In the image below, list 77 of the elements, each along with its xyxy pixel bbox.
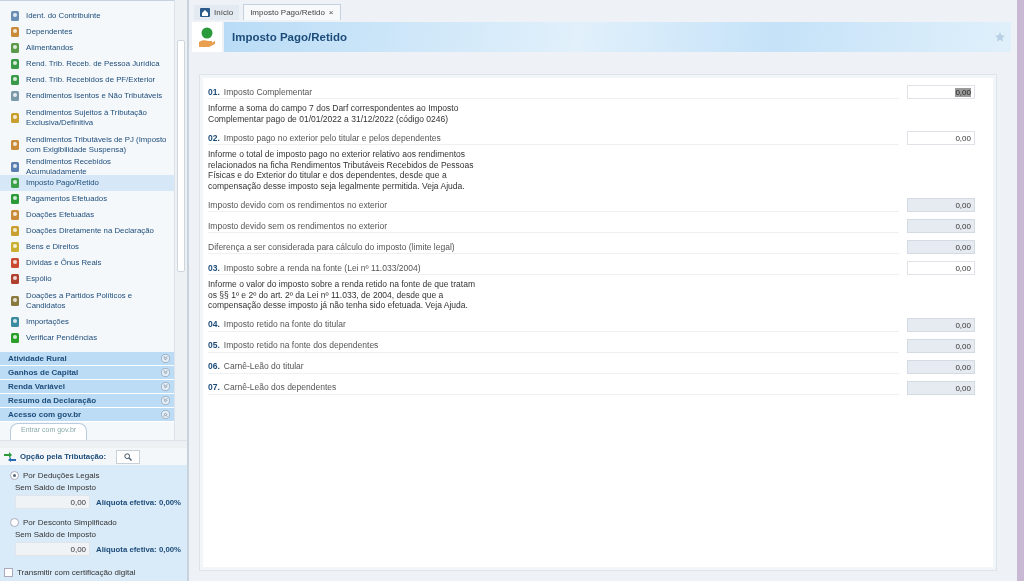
section-header[interactable]: Atividade Rural <box>0 352 174 366</box>
form-icon <box>9 273 21 285</box>
amount-value: 0,00 <box>955 88 971 97</box>
form-icon <box>9 58 21 70</box>
radio-button[interactable] <box>10 517 19 527</box>
form-icon <box>9 241 21 253</box>
form-icon <box>9 90 21 102</box>
field-label: 06. Carnê-Leão do titular <box>208 359 899 374</box>
form-icon <box>9 257 21 269</box>
expand-icon[interactable] <box>161 368 170 377</box>
close-icon[interactable]: × <box>328 8 334 17</box>
field-label: 07. Carnê-Leão dos dependentes <box>208 380 899 395</box>
section-header[interactable]: Renda Variável <box>0 380 174 394</box>
amount-value: 0,00 <box>955 264 971 273</box>
amount-value: 0,00 <box>955 134 971 143</box>
checkbox-label[interactable]: Transmitir com certificação digital <box>17 568 136 577</box>
tab[interactable]: Início <box>194 5 240 20</box>
amount-value: 0,00 <box>955 362 971 372</box>
value-field: 0,00 <box>15 495 91 509</box>
section-header[interactable]: Resumo da Declaração <box>0 394 174 408</box>
amount-value: 0,00 <box>955 383 971 393</box>
field-description: Informe o valor do imposto sobre a renda retido na fonte de que tratam os §§ 1º e 2º do art. 2º da Lei nº 11.033, de 2004, desde que a compensação desse imposto já não tenha sido efetuada. Veja Ajuda. <box>208 279 476 311</box>
form-icon <box>9 177 21 189</box>
form-icon <box>9 193 21 205</box>
home-icon <box>200 8 210 17</box>
field-label: 01. Imposto Complementar <box>208 85 899 99</box>
collapse-icon[interactable] <box>161 410 170 419</box>
field-label: 05. Imposto retido na fonte dos dependentes <box>208 338 899 353</box>
arrows-icon <box>4 451 16 462</box>
page-title: Imposto Pago/Retido <box>232 31 347 43</box>
expand-icon[interactable] <box>161 396 170 405</box>
form-icon <box>9 225 21 237</box>
field-label: Diferença a ser considerada para cálculo do imposto (limite legal) <box>208 240 899 254</box>
tab[interactable]: Imposto Pago/Retido × <box>243 4 341 20</box>
radio-button[interactable] <box>10 470 19 480</box>
form-icon <box>9 209 21 221</box>
money-hand-icon <box>196 26 218 48</box>
horizontal-scrollbar[interactable] <box>0 440 187 448</box>
section-header[interactable]: Acesso com gov.br <box>0 408 174 422</box>
search-icon <box>124 452 133 461</box>
amount-value: 0,00 <box>955 341 971 351</box>
field-label: 04. Imposto retido na fonte do titular <box>208 317 899 332</box>
form-icon <box>9 138 21 151</box>
star-icon[interactable] <box>995 32 1005 42</box>
field-description: Informe o total de imposto pago no exterior relativo aos rendimentos relacionados na ficha Rendimentos Tributáveis Recebidos de Pessoas Físicas e do Exterior do titular e dos dependentes, desde que a compensação desse imposto seja legalmente permitida. Veja Ajuda. <box>208 149 475 191</box>
amount-value: 0,00 <box>955 320 971 330</box>
expand-icon[interactable] <box>161 354 170 363</box>
field-label: 03. Imposto sobre a renda na fonte (Lei nº 11.033/2004) <box>208 261 899 275</box>
form-icon <box>9 332 21 344</box>
vertical-scrollbar[interactable] <box>174 0 187 440</box>
form-icon <box>9 10 21 22</box>
form-icon <box>9 316 21 328</box>
checkbox[interactable] <box>4 568 13 577</box>
field-label: Imposto devido com os rendimentos no exterior <box>208 198 899 212</box>
field-label: Imposto devido sem os rendimentos no exterior <box>208 219 899 233</box>
field-description: Informe a soma do campo 7 dos Darf correspondentes ao Imposto Complementar pago de 01/01/2022 a 31/12/2022 (código 0246) <box>208 103 460 124</box>
option-label[interactable]: Por Deduções Legais <box>23 470 100 480</box>
balance-status: Sem Saldo de Imposto <box>14 481 97 493</box>
form-icon <box>9 26 21 38</box>
value-field: 0,00 <box>15 542 91 556</box>
form-icon <box>9 160 21 173</box>
amount-field[interactable]: 0,00 <box>907 85 975 99</box>
form-icon <box>9 74 21 86</box>
form-icon <box>9 294 21 307</box>
field-label: 02. Imposto pago no exterior pelo titular e pelos dependentes <box>208 131 899 145</box>
option-label[interactable]: Por Desconto Simplificado <box>23 517 117 527</box>
search-button[interactable] <box>116 449 141 464</box>
form-icon <box>9 111 21 124</box>
expand-icon[interactable] <box>161 382 170 391</box>
balance-status: Sem Saldo de Imposto <box>14 528 97 540</box>
amount-value: 0,00 <box>955 243 971 252</box>
amount-field[interactable]: 0,00 <box>907 261 975 275</box>
amount-field[interactable]: 0,00 <box>907 131 975 145</box>
amount-value: 0,00 <box>955 201 971 210</box>
form-icon <box>9 42 21 54</box>
section-header[interactable]: Ganhos de Capital <box>0 366 174 380</box>
amount-value: 0,00 <box>955 222 971 231</box>
